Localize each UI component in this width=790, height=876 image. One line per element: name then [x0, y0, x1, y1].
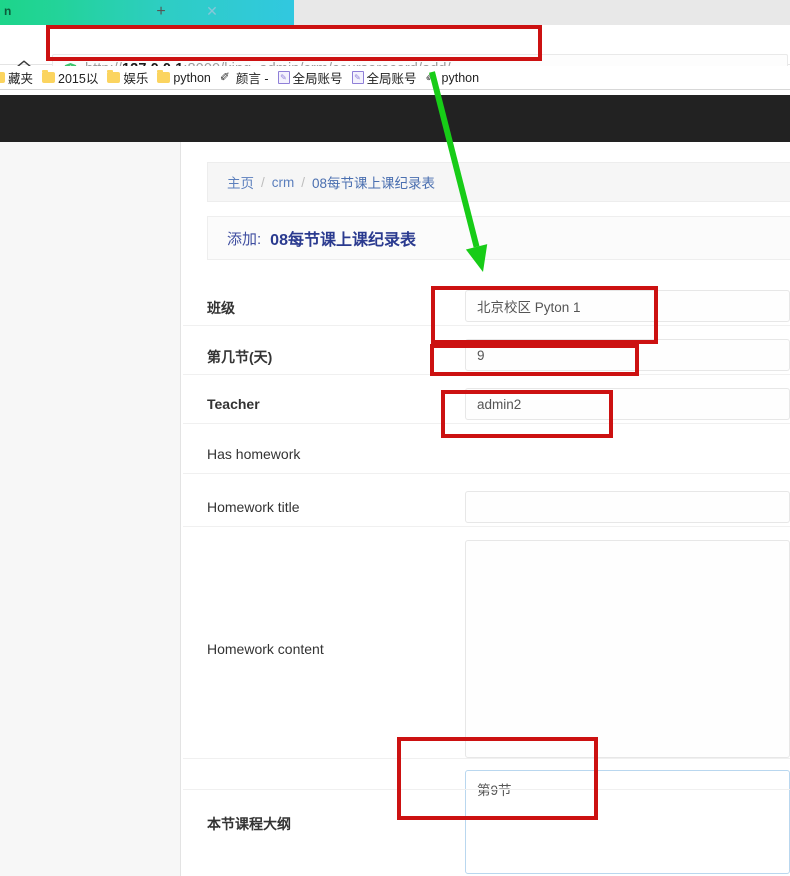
- bookmark-item[interactable]: 藏夹: [0, 68, 33, 88]
- field-select[interactable]: 北京校区 Pyton 1: [465, 290, 790, 322]
- field-text[interactable]: [465, 491, 790, 523]
- browser-tab-strip: n ✕ +: [0, 0, 790, 25]
- row-divider: [183, 526, 790, 527]
- row-divider: [183, 423, 790, 424]
- pen-icon: ✐: [425, 70, 436, 84]
- row-divider: [183, 374, 790, 375]
- plus-icon[interactable]: +: [152, 3, 170, 21]
- breadcrumb: 主页 / crm / 08每节课上课纪录表: [207, 162, 790, 202]
- main-content: 主页 / crm / 08每节课上课纪录表 添加: 08每节课上课纪录表 班级 北…: [183, 142, 790, 876]
- folder-icon: [157, 70, 171, 83]
- form-row: 班级 北京校区 Pyton 1: [183, 290, 790, 340]
- field-label: Teacher: [207, 396, 260, 412]
- bookmarks-bar: 藏夹 2015以 娱乐 python ✐ 颜言 - ✎ 全局账号 ✎ 全局账号 ✐ python: [0, 66, 790, 90]
- form-row: 本节课程大纲 第9节: [183, 770, 790, 876]
- field-value: 北京校区 Pyton 1: [477, 300, 581, 315]
- form-row: Teacher admin2: [183, 388, 790, 438]
- bookmark-label: 全局账号: [292, 72, 343, 86]
- field-select[interactable]: 9: [465, 339, 790, 371]
- bookmark-item[interactable]: 娱乐: [107, 68, 148, 88]
- bookmark-item[interactable]: python: [157, 68, 211, 88]
- browser-window: n ✕ + http://127.0.0.1:8000/king_admin/c…: [0, 0, 790, 876]
- folder-icon: [107, 70, 121, 83]
- field-textarea[interactable]: [465, 540, 790, 758]
- page-title: 添加: 08每节课上课纪录表: [207, 216, 790, 260]
- page-title-main: 08每节课上课纪录表: [270, 232, 416, 249]
- browser-toolbar: http://127.0.0.1:8000/king_admin/crm/cou…: [0, 25, 790, 84]
- browser-tab-title: n: [4, 4, 12, 18]
- bookmark-label: 娱乐: [123, 72, 149, 86]
- breadcrumb-separator: /: [261, 174, 265, 190]
- document-icon: ✎: [351, 71, 364, 84]
- field-value: admin2: [477, 396, 522, 412]
- row-divider: [183, 473, 790, 474]
- field-label: 本节课程大纲: [207, 816, 291, 832]
- field-textarea[interactable]: 第9节: [465, 770, 790, 874]
- bookmark-label: 颜言 -: [235, 72, 269, 86]
- bookmark-label: 藏夹: [8, 72, 34, 86]
- bookmark-label: 2015以: [58, 72, 99, 86]
- bookmark-item[interactable]: ✐ python: [426, 68, 480, 88]
- field-label: 第几节(天): [207, 349, 273, 365]
- field-label: Homework title: [207, 499, 300, 515]
- admin-page: 主页 / crm / 08每节课上课纪录表 添加: 08每节课上课纪录表 班级 北…: [0, 142, 790, 876]
- document-icon: ✎: [277, 71, 290, 84]
- sidebar: [0, 142, 181, 876]
- admin-navbar: [0, 95, 790, 142]
- page-title-prefix: 添加:: [227, 230, 262, 248]
- form-row: Has homework: [183, 438, 790, 488]
- field-value: 9: [477, 347, 485, 363]
- bookmark-label: 全局账号: [366, 72, 417, 86]
- browser-tab-active[interactable]: n ✕: [0, 0, 294, 25]
- row-divider: [183, 325, 790, 326]
- bookmark-item[interactable]: ✐ 颜言 -: [220, 68, 269, 88]
- close-icon[interactable]: ✕: [204, 3, 220, 19]
- bookmark-label: python: [441, 70, 480, 85]
- field-label: Homework content: [207, 641, 324, 657]
- field-label: 班级: [207, 300, 235, 316]
- folder-icon: [0, 72, 5, 83]
- breadcrumb-app[interactable]: crm: [272, 175, 295, 190]
- form-row: Homework content: [183, 540, 790, 776]
- field-checkbox[interactable]: [465, 438, 790, 470]
- field-label: Has homework: [207, 446, 301, 462]
- breadcrumb-home[interactable]: 主页: [227, 172, 254, 192]
- row-divider: [183, 789, 790, 790]
- bookmark-label: python: [173, 70, 211, 85]
- breadcrumb-current: 08每节课上课纪录表: [312, 176, 436, 191]
- bookmark-item[interactable]: 2015以: [42, 68, 98, 88]
- bookmark-item[interactable]: ✎ 全局账号: [277, 68, 343, 88]
- pen-icon: ✐: [219, 70, 230, 84]
- breadcrumb-separator: /: [301, 174, 306, 190]
- row-divider: [183, 758, 790, 759]
- form-row: Homework title: [183, 491, 790, 541]
- folder-icon: [42, 70, 56, 83]
- bookmark-item[interactable]: ✎ 全局账号: [351, 68, 417, 88]
- form-row: 第几节(天) 9: [183, 339, 790, 389]
- field-select[interactable]: admin2: [465, 388, 790, 420]
